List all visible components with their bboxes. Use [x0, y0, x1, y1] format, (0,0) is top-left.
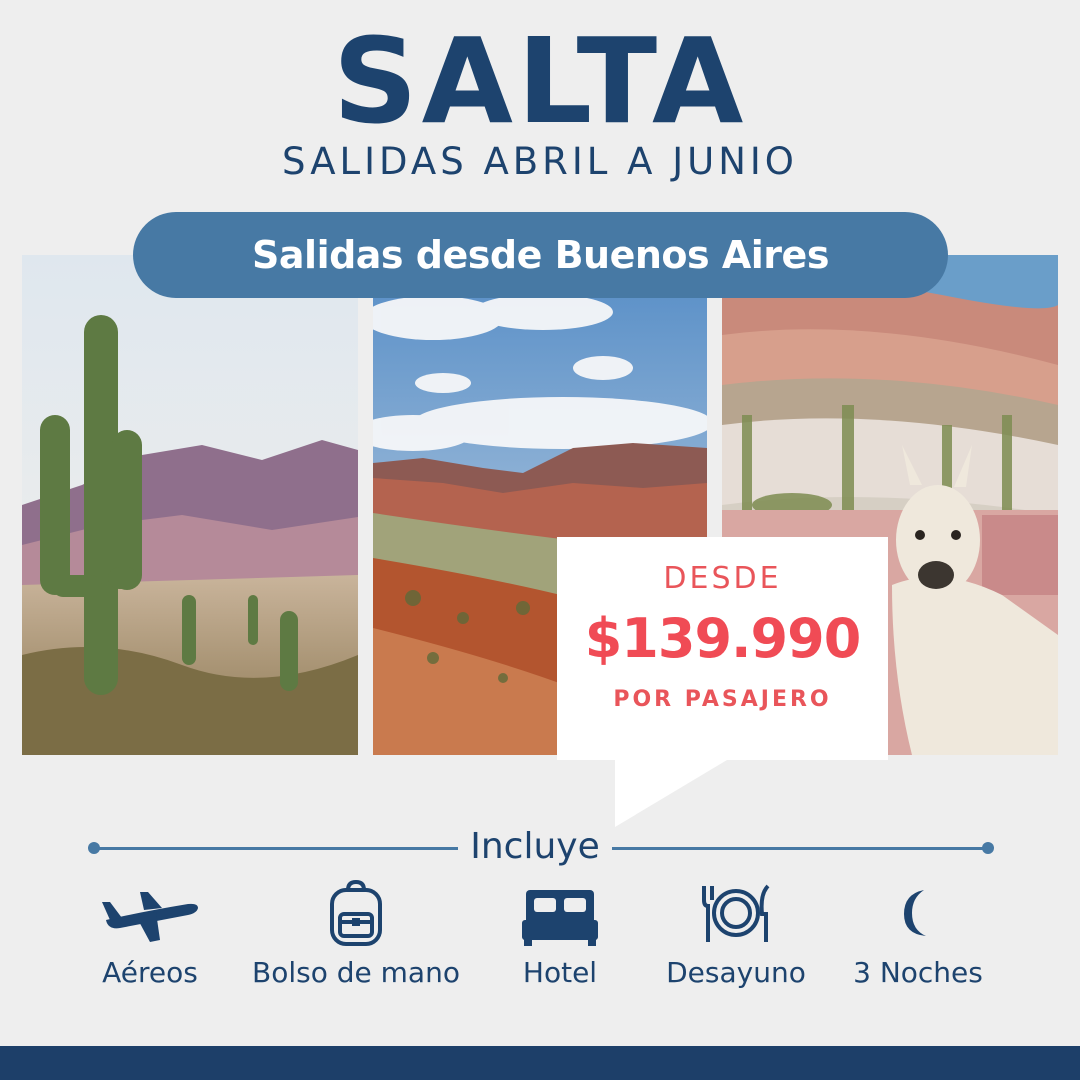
includes-heading: Incluye — [470, 826, 600, 867]
price-prefix: DESDE — [663, 561, 782, 596]
plate-cutlery-icon — [702, 884, 770, 942]
page-subtitle: SALIDAS ABRIL A JUNIO — [282, 140, 798, 183]
moon-icon — [904, 890, 926, 936]
footer-bar — [0, 1046, 1080, 1080]
feature-hotel: Hotel — [500, 880, 620, 989]
departure-banner: Salidas desde Buenos Aires — [133, 212, 948, 298]
price-callout: DESDE $139.990 POR PASAJERO — [557, 537, 888, 827]
feature-carry-on: Bolso de mano — [248, 880, 464, 989]
feature-nights: 3 Noches — [840, 880, 996, 989]
divider-right — [612, 847, 988, 850]
feature-label: 3 Noches — [853, 956, 983, 989]
airplane-icon — [102, 892, 198, 942]
feature-label: Aéreos — [102, 956, 198, 989]
divider-dot-right — [982, 842, 994, 854]
divider-dot-left — [88, 842, 100, 854]
backpack-icon — [330, 880, 382, 946]
price-unit: POR PASAJERO — [613, 687, 832, 712]
price-amount: $139.990 — [584, 607, 862, 670]
feature-label: Desayuno — [666, 956, 806, 989]
feature-breakfast: Desayuno — [656, 880, 816, 989]
page-title: SALTA — [332, 12, 748, 150]
feature-label: Bolso de mano — [252, 956, 460, 989]
cactus-landscape-photo — [22, 255, 358, 755]
feature-flights: Aéreos — [90, 880, 210, 989]
feature-label: Hotel — [522, 956, 598, 989]
divider-left — [92, 847, 458, 850]
bed-icon — [522, 890, 598, 946]
